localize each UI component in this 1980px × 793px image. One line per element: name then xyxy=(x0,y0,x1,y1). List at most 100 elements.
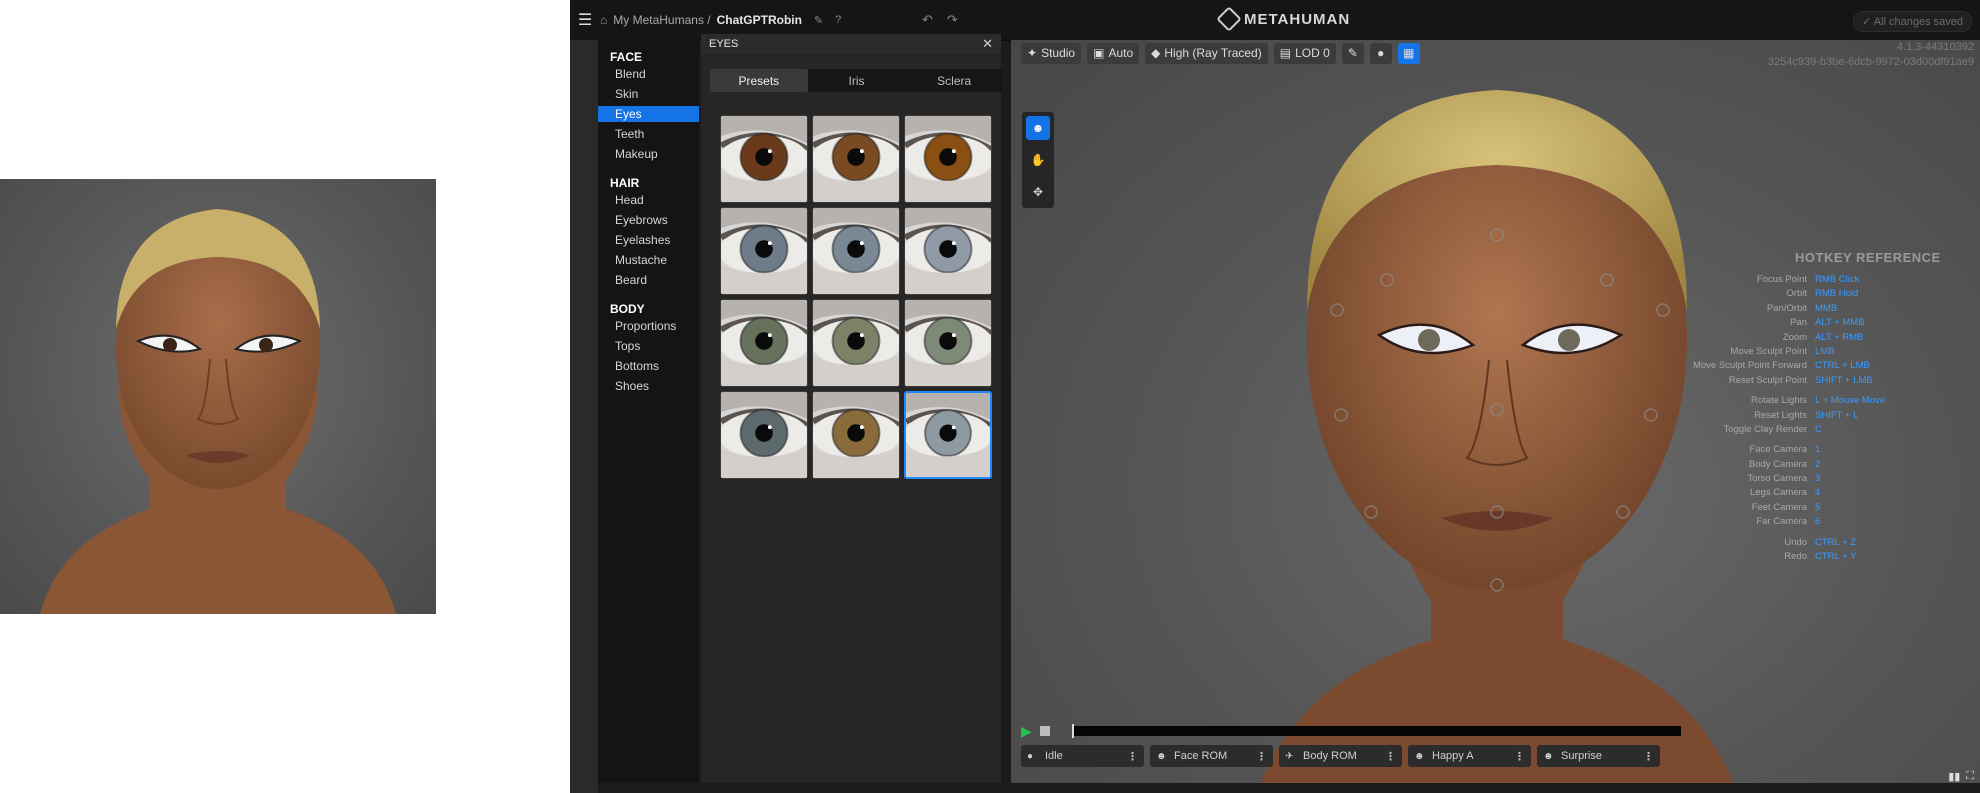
breadcrumb-root[interactable]: My MetaHumans / xyxy=(613,13,710,27)
metahuman-app: ☰ ⌂ My MetaHumans / ChatGPTRobin ✎ ? ↶ ↷… xyxy=(570,0,1980,793)
animation-preset-button[interactable]: ☻ Surprise ⋮ xyxy=(1537,745,1660,767)
quality-label: High (Ray Traced) xyxy=(1164,46,1262,60)
sidebar-item-head[interactable]: Head xyxy=(598,192,699,208)
animation-preset-button[interactable]: ● Idle ⋮ xyxy=(1021,745,1144,767)
hotkey-key: LMB xyxy=(1815,345,1835,357)
timeline-playhead[interactable] xyxy=(1071,724,1074,738)
eye-preset-swatch[interactable] xyxy=(720,115,808,203)
sidebar-item-beard[interactable]: Beard xyxy=(598,272,699,288)
eye-preset-swatch[interactable] xyxy=(812,207,900,295)
lod-label: LOD 0 xyxy=(1295,46,1330,60)
eye-preset-swatch[interactable] xyxy=(904,299,992,387)
eye-preset-swatch[interactable] xyxy=(904,391,992,479)
sidebar-item-shoes[interactable]: Shoes xyxy=(598,378,699,394)
undo-icon[interactable]: ↶ xyxy=(922,12,933,28)
fullscreen-icon[interactable]: ⛶ xyxy=(1966,770,1974,783)
hotkey-label: Move Sculpt Point xyxy=(1730,345,1807,357)
sidebar-item-eyebrows[interactable]: Eyebrows xyxy=(598,212,699,228)
more-options-icon[interactable]: ⋮ xyxy=(1385,750,1396,763)
hotkey-row: Move Sculpt Point LMB xyxy=(1681,345,1980,359)
animation-icon: ● xyxy=(1027,750,1034,762)
eye-preset-swatch[interactable] xyxy=(812,115,900,203)
eye-preset-swatch[interactable] xyxy=(720,207,808,295)
viewport-tools: ☻ ✋ ✥ xyxy=(1022,112,1054,208)
eye-preset-swatch[interactable] xyxy=(720,391,808,479)
hotkey-label: Toggle Clay Render xyxy=(1723,423,1807,435)
hotkey-label: Orbit xyxy=(1786,288,1807,300)
close-icon[interactable]: ✕ xyxy=(982,36,993,52)
play-icon[interactable]: ▶ xyxy=(1021,723,1032,740)
sidebar-item-teeth[interactable]: Teeth xyxy=(598,126,699,142)
sidebar-item-makeup[interactable]: Makeup xyxy=(598,146,699,162)
check-icon: ✓ xyxy=(1862,16,1872,28)
quality-button[interactable]: ◆ High (Ray Traced) xyxy=(1145,43,1268,64)
sculpt-toggle-button[interactable]: ✎ xyxy=(1341,43,1364,64)
clay-render-button[interactable]: ● xyxy=(1369,43,1392,64)
redo-icon[interactable]: ↷ xyxy=(947,12,958,28)
sidebar-item-mustache[interactable]: Mustache xyxy=(598,252,699,268)
face-select-tool[interactable]: ☻ xyxy=(1026,116,1050,140)
tab-presets[interactable]: Presets xyxy=(710,69,808,92)
sidebar-item-eyes[interactable]: Eyes xyxy=(598,106,699,122)
hand-tool[interactable]: ✋ xyxy=(1026,148,1050,172)
undo-redo-group: ↶ ↷ xyxy=(922,12,958,28)
stop-icon[interactable] xyxy=(1039,726,1050,736)
hotkey-reference: HOTKEY REFERENCE Focus Point RMB Click Orb… xyxy=(1681,250,1980,564)
eye-preset-swatch[interactable] xyxy=(904,207,992,295)
viewport[interactable]: ✦ Studio ▣ Auto ◆ High (Ray Traced) ▤ LOD 0 … xyxy=(1011,40,1980,783)
lod-button[interactable]: ▤ LOD 0 xyxy=(1273,43,1336,64)
sidebar-item-proportions[interactable]: Proportions xyxy=(598,318,699,334)
hotkey-label: Pan xyxy=(1790,317,1807,329)
more-options-icon[interactable]: ⋮ xyxy=(1514,750,1525,763)
more-options-icon[interactable]: ⋮ xyxy=(1256,750,1267,763)
camera-auto-button[interactable]: ▣ Auto xyxy=(1087,43,1140,64)
hotkey-label: Rotate Lights xyxy=(1751,395,1807,407)
sidebar-item-skin[interactable]: Skin xyxy=(598,86,699,102)
hand-icon: ✋ xyxy=(1030,153,1046,167)
hotkey-row: Move Sculpt Point Forward CTRL + LMB xyxy=(1681,359,1980,373)
brush-icon: ✎ xyxy=(1347,46,1358,60)
tab-sclera[interactable]: Sclera xyxy=(905,69,1003,92)
eye-preset-swatch[interactable] xyxy=(812,299,900,387)
hotkey-key: CTRL + LMB xyxy=(1815,360,1870,372)
sidebar-item-tops[interactable]: Tops xyxy=(598,338,699,354)
eye-preset-swatch[interactable] xyxy=(904,115,992,203)
face-icon: ☻ xyxy=(1031,121,1045,135)
eye-preset-swatch[interactable] xyxy=(720,299,808,387)
more-options-icon[interactable]: ⋮ xyxy=(1127,750,1138,763)
timeline-track[interactable] xyxy=(1071,724,1681,738)
stats-icon[interactable]: ▮▮ xyxy=(1948,770,1960,783)
animation-icon: ☻ xyxy=(1414,750,1425,762)
reference-portrait-image xyxy=(40,209,396,614)
hotkey-row: Zoom ALT + RMB xyxy=(1681,331,1980,345)
animation-preset-button[interactable]: ☻ Face ROM ⋮ xyxy=(1150,745,1273,767)
eye-preview xyxy=(813,392,899,478)
edit-icon[interactable]: ✎ xyxy=(814,14,823,27)
hotkey-label: Reset Lights xyxy=(1754,409,1807,421)
eye-preset-swatch[interactable] xyxy=(812,391,900,479)
hotkey-list: Focus Point RMB Click Orbit RMB Hold Pan/Orb… xyxy=(1681,273,1980,564)
help-icon[interactable]: ? xyxy=(835,14,841,26)
hotkey-label: Reset Sculpt Point xyxy=(1728,374,1807,386)
sidebar-item-blend[interactable]: Blend xyxy=(598,66,699,82)
animation-preset-button[interactable]: ✈ Body ROM ⋮ xyxy=(1279,745,1402,767)
home-icon[interactable]: ⌂ xyxy=(600,13,607,27)
animation-icon: ☻ xyxy=(1156,750,1167,762)
eyes-tabs: Presets Iris Sclera xyxy=(710,69,1003,92)
eyes-panel: EYES ✕ Presets Iris Sclera xyxy=(701,34,1003,783)
move-tool[interactable]: ✥ xyxy=(1026,180,1050,204)
hotkey-row: Orbit RMB Hold xyxy=(1681,287,1980,301)
animation-icon: ☻ xyxy=(1543,750,1554,762)
hotkey-key: RMB Hold xyxy=(1815,288,1859,300)
hotkey-row: Reset Sculpt Point SHIFT + LMB xyxy=(1681,374,1980,388)
sidebar-item-bottoms[interactable]: Bottoms xyxy=(598,358,699,374)
tab-iris[interactable]: Iris xyxy=(808,69,906,92)
studio-lighting-button[interactable]: ✦ Studio xyxy=(1021,43,1082,64)
hamburger-menu-icon[interactable]: ☰ xyxy=(570,0,600,40)
auto-label: Auto xyxy=(1108,46,1134,60)
sidebar-item-eyelashes[interactable]: Eyelashes xyxy=(598,232,699,248)
overlay-toggle-button[interactable]: ▦ xyxy=(1397,43,1420,64)
animation-preset-button[interactable]: ☻ Happy A ⋮ xyxy=(1408,745,1531,767)
more-options-icon[interactable]: ⋮ xyxy=(1643,750,1654,763)
animation-label: Happy A xyxy=(1432,750,1474,762)
